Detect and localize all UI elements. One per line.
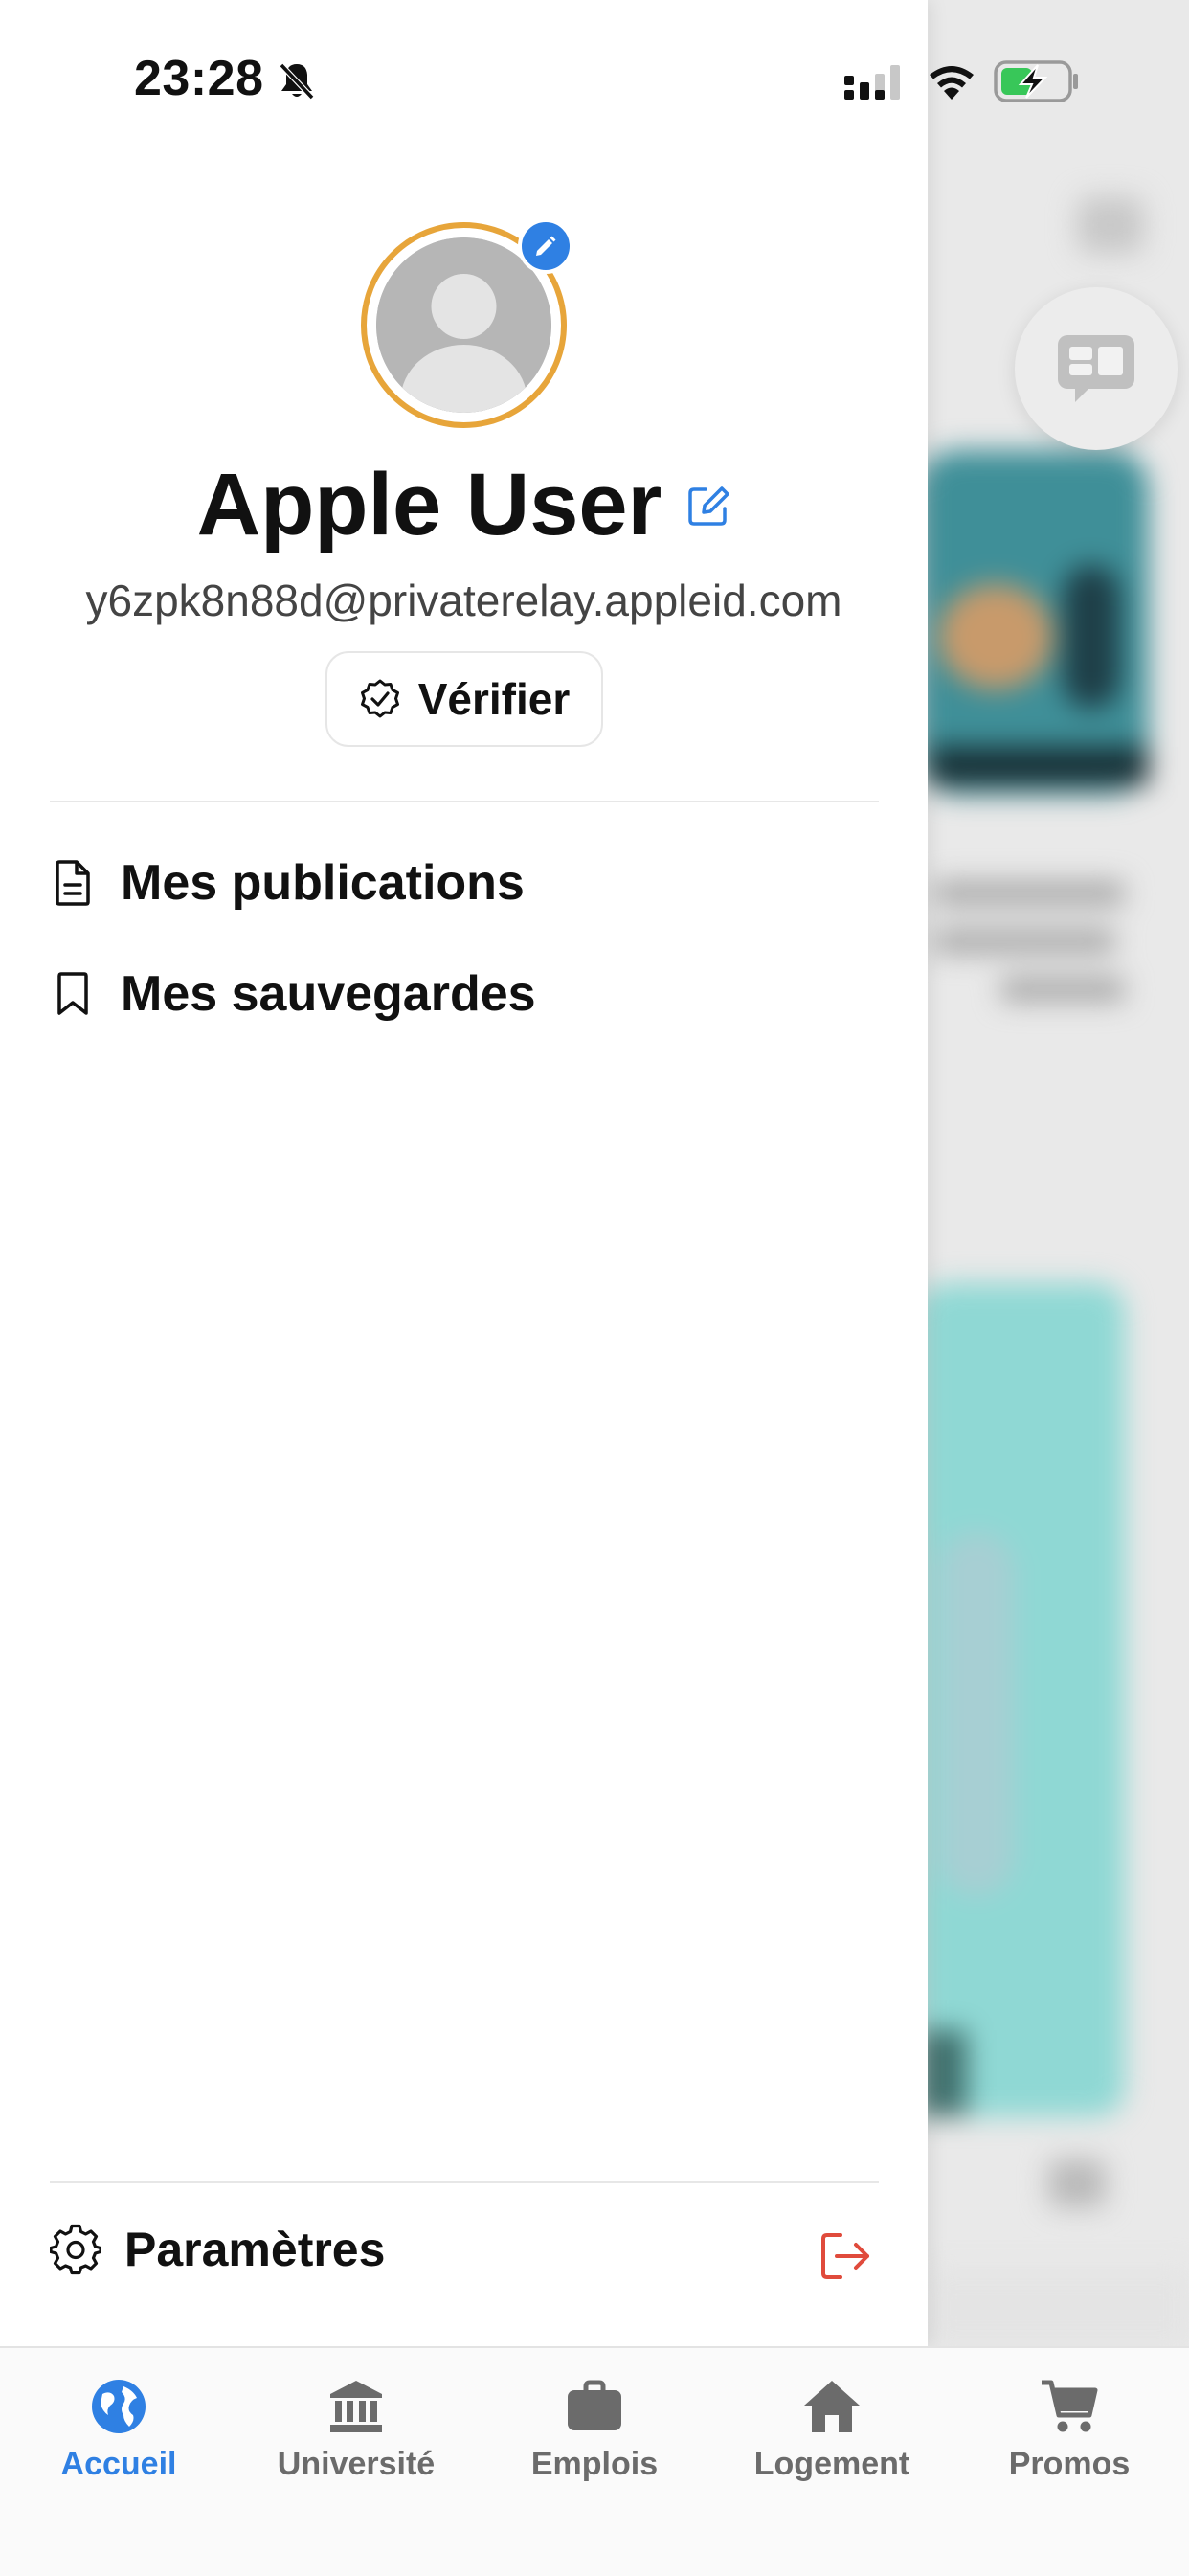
chat-button[interactable] xyxy=(1015,287,1178,450)
tab-label: Logement xyxy=(753,2446,910,2482)
bookmark-icon xyxy=(57,972,88,1015)
tab-logement[interactable]: Logement xyxy=(736,2377,928,2483)
logout-icon xyxy=(821,2233,869,2279)
logout-button[interactable] xyxy=(819,2231,873,2286)
document-icon xyxy=(56,860,90,906)
menu-item-label: Mes publications xyxy=(121,855,525,911)
wifi-icon xyxy=(930,66,974,100)
menu-item-saved[interactable]: Mes sauvegardes xyxy=(50,965,536,1023)
edit-name-icon[interactable] xyxy=(686,484,730,528)
verify-label: Vérifier xyxy=(417,674,571,724)
gear-icon xyxy=(50,2224,101,2275)
side-drawer: Apple User y6zpk8n88d@privaterelay.apple… xyxy=(0,0,928,2346)
cellular-signal-icon xyxy=(844,65,900,100)
status-time: 23:28 xyxy=(134,51,264,106)
tab-label: Emplois xyxy=(530,2446,659,2482)
tab-promos[interactable]: Promos xyxy=(974,2377,1165,2483)
verify-button[interactable]: Vérifier xyxy=(325,651,603,747)
tab-label: Promos xyxy=(1008,2446,1131,2482)
battery-charging-icon xyxy=(994,60,1078,102)
tab-accueil[interactable]: Accueil xyxy=(23,2377,214,2483)
university-icon xyxy=(330,2381,382,2432)
settings-label: Paramètres xyxy=(124,2223,386,2276)
divider xyxy=(50,801,879,802)
briefcase-icon xyxy=(568,2380,621,2430)
edit-avatar-button[interactable] xyxy=(518,218,573,274)
bottom-tab-bar: Accueil Université Emplois Logement Prom… xyxy=(0,2346,1189,2576)
background-card xyxy=(919,1283,1125,2116)
chat-icon xyxy=(1058,335,1134,402)
pencil-icon xyxy=(536,236,556,256)
profile-email: y6zpk8n88d@privaterelay.appleid.com xyxy=(85,576,842,625)
menu-item-label: Mes sauvegardes xyxy=(121,966,536,1022)
menu-item-publications[interactable]: Mes publications xyxy=(50,854,525,912)
tab-label: Université xyxy=(277,2446,436,2482)
profile-name-row: Apple User xyxy=(0,455,928,555)
background-chat-icon xyxy=(1077,196,1144,254)
profile-name: Apple User xyxy=(196,456,662,554)
tab-emplois[interactable]: Emplois xyxy=(499,2377,690,2483)
status-bar: 23:28 xyxy=(0,0,1189,144)
bell-muted-icon xyxy=(279,62,315,101)
tab-universite[interactable]: Université xyxy=(260,2377,452,2483)
cart-icon xyxy=(1042,2380,1098,2432)
tab-label: Accueil xyxy=(60,2446,177,2482)
settings-button[interactable]: Paramètres xyxy=(50,2222,385,2277)
home-icon xyxy=(804,2381,860,2432)
globe-icon xyxy=(92,2380,146,2433)
background-comment-icon xyxy=(1048,2159,1106,2207)
verified-badge-icon xyxy=(360,679,399,718)
background-card xyxy=(919,450,1149,795)
divider xyxy=(50,2181,879,2183)
